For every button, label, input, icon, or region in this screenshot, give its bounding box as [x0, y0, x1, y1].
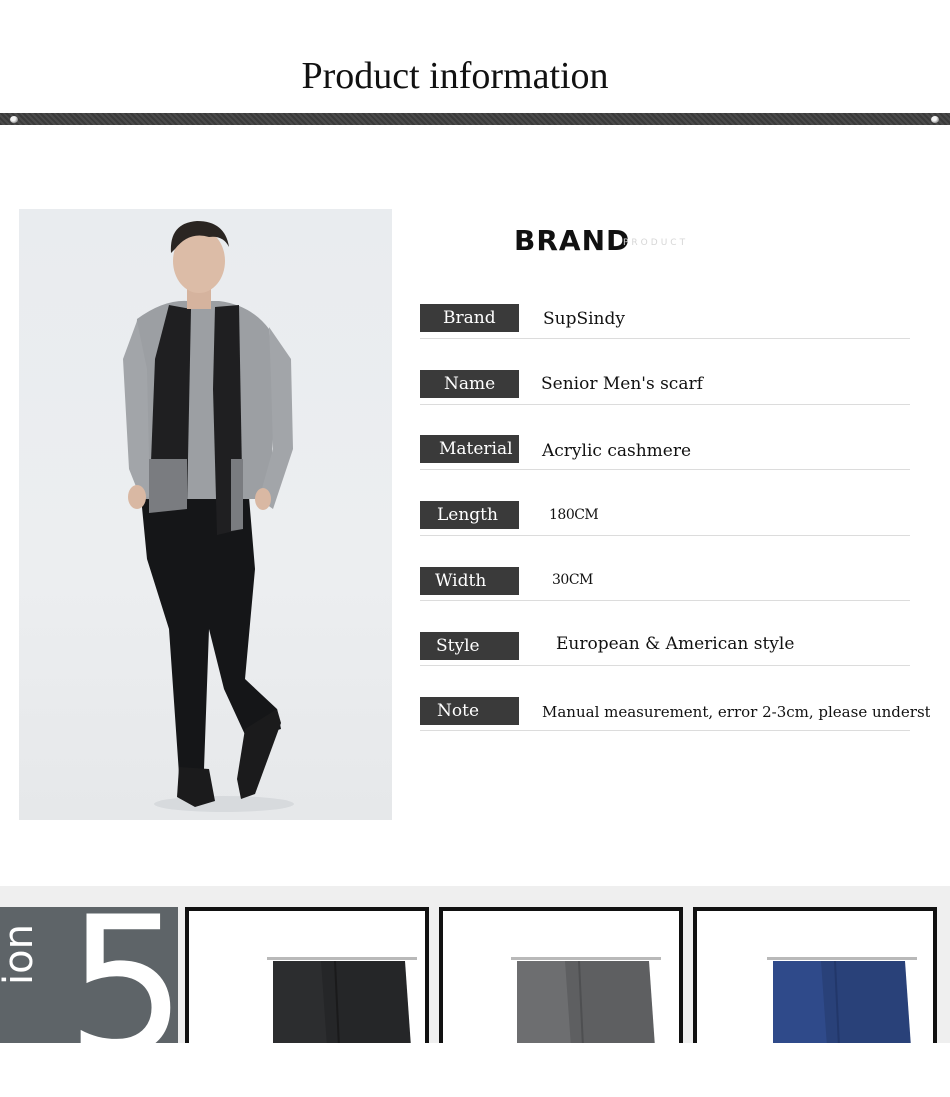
spec-divider	[420, 535, 910, 536]
spec-divider	[420, 469, 910, 470]
brand-heading: BRAND	[514, 224, 631, 257]
spec-divider	[420, 404, 910, 405]
swatch-grey[interactable]	[439, 907, 683, 1043]
spec-label-brand: Brand	[420, 304, 519, 332]
black-scarf-icon	[267, 957, 417, 1043]
spec-value-note: Manual measurement, error 2-3cm, please …	[542, 703, 930, 721]
spec-divider	[420, 730, 910, 731]
model-illustration	[123, 221, 294, 812]
brand-subheading: PRODUCT	[623, 238, 689, 248]
spec-label-style: Style	[420, 632, 519, 660]
spec-value-length: 180CM	[549, 507, 599, 523]
page-title: Product information	[301, 55, 609, 97]
collection-word: ion	[0, 924, 42, 985]
rivet-right	[931, 116, 939, 123]
grey-scarf-icon	[511, 957, 661, 1043]
collection-number: 5	[66, 876, 187, 1097]
spec-label-note: Note	[420, 697, 519, 725]
spec-label-length: Length	[420, 501, 519, 529]
title-divider-bar	[0, 113, 950, 125]
spec-label-width: Width	[420, 567, 519, 595]
swatch-black[interactable]	[185, 907, 429, 1043]
spec-value-style: European & American style	[556, 634, 795, 654]
rivet-left	[10, 116, 18, 123]
model-photo	[19, 209, 392, 820]
spec-value-name: Senior Men's scarf	[541, 374, 703, 394]
spec-label-name: Name	[420, 370, 519, 398]
spec-value-material: Acrylic cashmere	[542, 441, 692, 461]
spec-divider	[420, 338, 910, 339]
spec-divider	[420, 665, 910, 666]
spec-value-width: 30CM	[552, 572, 593, 588]
spec-label-material: Material	[420, 435, 519, 463]
spec-value-brand: SupSindy	[543, 309, 625, 329]
blue-scarf-icon	[767, 957, 917, 1043]
swatch-blue[interactable]	[693, 907, 937, 1043]
spec-divider	[420, 600, 910, 601]
